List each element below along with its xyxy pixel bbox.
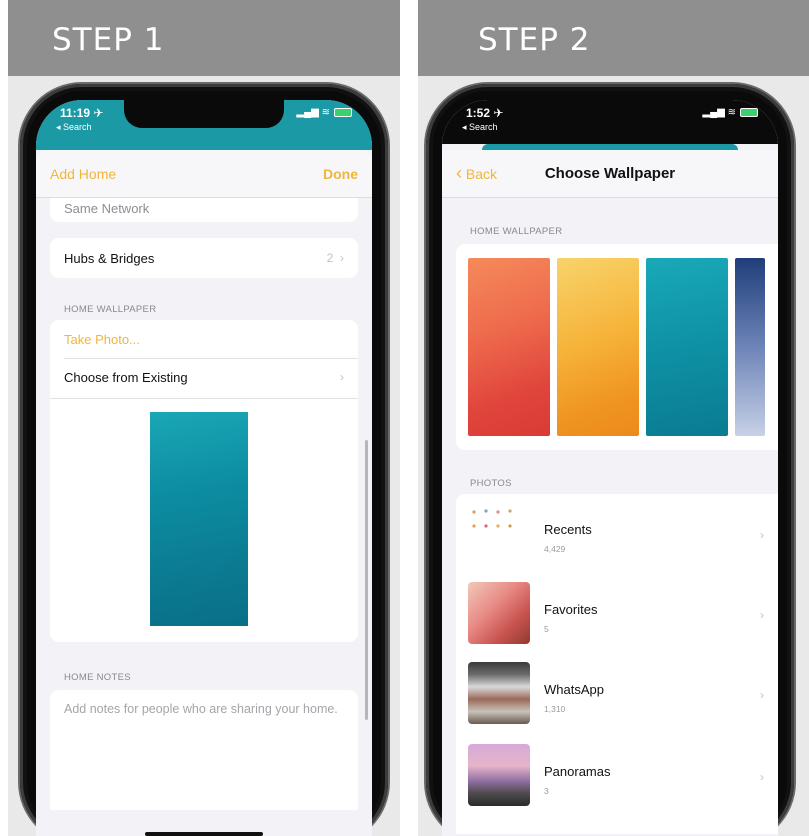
album-whatsapp[interactable]: WhatsApp 1,310 › — [456, 658, 778, 738]
done-button[interactable]: Done — [323, 166, 358, 182]
chevron-right-icon: › — [760, 688, 764, 702]
status-back-to-search[interactable]: ◂ Search — [56, 122, 92, 133]
add-home-title: Add Home — [50, 166, 117, 182]
whatsapp-thumbnail — [468, 662, 530, 724]
favorites-thumbnail — [468, 582, 530, 644]
wallpaper-option-orange[interactable] — [557, 258, 639, 436]
album-name: WhatsApp — [544, 682, 604, 697]
scroll-indicator[interactable] — [365, 440, 368, 720]
network-card: Same Network — [50, 198, 358, 222]
recents-thumbnail — [468, 502, 530, 564]
hubs-count: 2 › — [326, 251, 344, 265]
album-favorites[interactable]: Favorites 5 › — [456, 576, 778, 656]
wallpaper-option-blue[interactable] — [646, 258, 728, 436]
home-indicator[interactable] — [145, 832, 263, 836]
wallpaper-carousel[interactable] — [456, 244, 778, 450]
wallpaper-option-red[interactable] — [468, 258, 550, 436]
wallpaper-preview — [150, 412, 248, 626]
album-panoramas[interactable]: Panoramas 3 › — [456, 740, 778, 820]
signal-wifi-icon: ▂▄▆ ≋ — [296, 107, 330, 118]
choose-wallpaper-title: Choose Wallpaper — [544, 165, 676, 182]
wallpaper-option-navy[interactable] — [735, 258, 765, 436]
nav-bar: Add Home Done — [36, 150, 372, 198]
status-back-to-search[interactable]: ◂ Search — [462, 122, 498, 133]
step2-title: STEP 2 — [478, 22, 591, 58]
signal-wifi-icon: ▂▄▆ ≋ — [702, 107, 736, 118]
same-network-label: Same Network — [64, 201, 150, 216]
photos-label: PHOTOS — [470, 478, 512, 489]
battery-icon — [334, 108, 352, 117]
notes-field[interactable]: Add notes for people who are sharing you… — [50, 690, 358, 810]
album-name: Favorites — [544, 602, 598, 617]
step1-panel: STEP 1 11:19 ✈ ◂ Search ▂▄▆ ≋ Add Home D… — [8, 0, 400, 836]
hubs-bridges-row[interactable]: Hubs & Bridges 2 › — [50, 238, 358, 278]
notch — [530, 100, 690, 128]
chevron-right-icon: › — [760, 770, 764, 784]
album-count: 1,310 — [544, 704, 566, 714]
status-icons: ▂▄▆ ≋ — [702, 107, 758, 118]
step2-phone: 1:52 ✈ ◂ Search ▂▄▆ ≋ ‹ Back Choose Wall… — [426, 84, 794, 836]
album-count: 4,429 — [544, 544, 566, 554]
step1-title: STEP 1 — [52, 22, 165, 58]
notch — [124, 100, 284, 128]
chevron-right-icon: › — [760, 608, 764, 622]
take-photo-button[interactable]: Take Photo... — [64, 332, 140, 347]
step2-screen: 1:52 ✈ ◂ Search ▂▄▆ ≋ ‹ Back Choose Wall… — [442, 100, 778, 836]
album-count: 5 — [544, 624, 549, 634]
step1-phone: 11:19 ✈ ◂ Search ▂▄▆ ≋ Add Home Done Sam… — [20, 84, 388, 836]
status-time: 11:19 ✈ — [60, 106, 104, 120]
choose-wallpaper-screen: ‹ Back Choose Wallpaper HOME WALLPAPER P… — [442, 150, 778, 836]
album-recents[interactable]: Recents 4,429 › — [456, 494, 778, 574]
choose-from-existing-row[interactable]: Choose from Existing › — [50, 358, 358, 398]
home-wallpaper-label: HOME WALLPAPER — [470, 226, 563, 237]
photo-albums-list: Recents 4,429 › Favorites 5 › WhatsApp 1… — [456, 494, 778, 834]
home-wallpaper-label: HOME WALLPAPER — [64, 304, 157, 315]
chevron-right-icon: › — [760, 528, 764, 542]
album-name: Recents — [544, 522, 592, 537]
album-count: 3 — [544, 786, 549, 796]
wallpaper-card: Take Photo... Choose from Existing › — [50, 320, 358, 642]
notes-placeholder: Add notes for people who are sharing you… — [64, 702, 338, 716]
album-name: Panoramas — [544, 764, 611, 779]
status-time: 1:52 ✈ — [466, 106, 504, 120]
chevron-right-icon: › — [340, 370, 344, 384]
panoramas-thumbnail — [468, 744, 530, 806]
divider — [50, 398, 358, 399]
step1-screen: 11:19 ✈ ◂ Search ▂▄▆ ≋ Add Home Done Sam… — [36, 100, 372, 836]
status-icons: ▂▄▆ ≋ — [296, 107, 352, 118]
hubs-bridges-label: Hubs & Bridges — [64, 251, 155, 266]
nav-bar: ‹ Back Choose Wallpaper — [442, 150, 778, 198]
home-notes-label: HOME NOTES — [64, 672, 131, 683]
add-home-sheet: Add Home Done Same Network Hubs & Bridge… — [36, 150, 372, 836]
step1-header: STEP 1 — [8, 0, 400, 76]
recents-grid-icon — [472, 509, 512, 528]
battery-icon — [740, 108, 758, 117]
step2-header: STEP 2 — [418, 0, 809, 76]
choose-from-existing-label: Choose from Existing — [64, 370, 188, 385]
step2-panel: STEP 2 1:52 ✈ ◂ Search ▂▄▆ ≋ ‹ Back Choo… — [418, 0, 809, 836]
chevron-right-icon: › — [336, 251, 344, 265]
